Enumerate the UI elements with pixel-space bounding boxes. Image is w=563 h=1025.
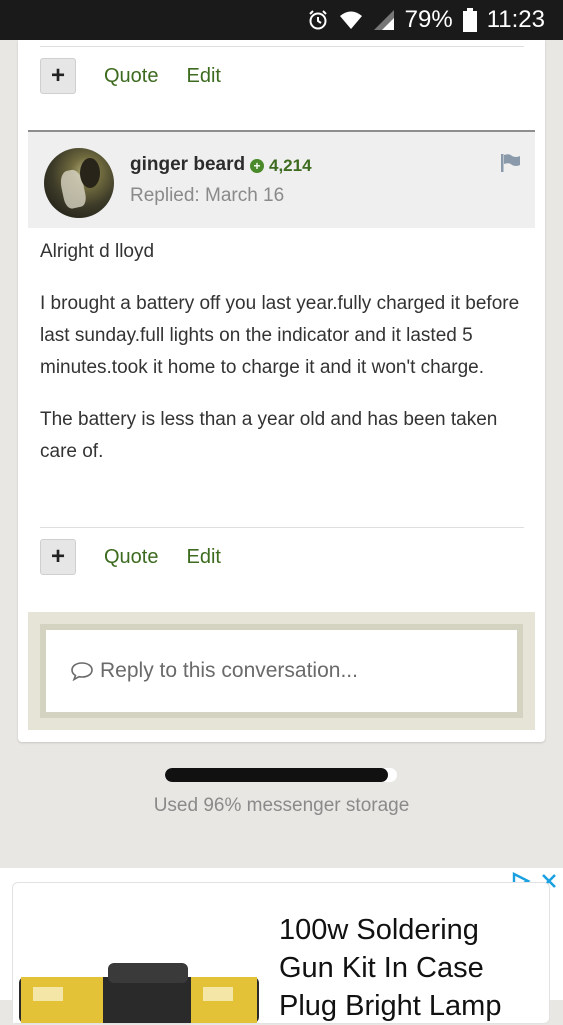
post-paragraph: The battery is less than a year old and …: [40, 409, 498, 462]
quote-link[interactable]: Quote: [104, 546, 158, 569]
avatar[interactable]: [44, 148, 114, 218]
reply-area: Reply to this conversation...: [28, 612, 535, 730]
reply-input[interactable]: Reply to this conversation...: [40, 624, 523, 718]
status-bar: 79% 11:23: [0, 0, 563, 40]
edit-link[interactable]: Edit: [186, 65, 220, 88]
author-name[interactable]: ginger beard: [130, 154, 245, 176]
ad-banner[interactable]: 100w Soldering Gun Kit In Case Plug Brig…: [0, 868, 563, 1024]
post-body: Alright d lloyd I brought a battery off …: [40, 236, 530, 488]
divider: [40, 527, 524, 528]
post-paragraph: I brought a battery off you last year.fu…: [40, 293, 520, 378]
quote-link[interactable]: Quote: [104, 65, 158, 88]
storage-text: Used 96% messenger storage: [153, 795, 410, 816]
wifi-icon: [339, 9, 363, 31]
replied-date: Replied: March 16: [130, 185, 285, 206]
alarm-icon: [307, 9, 329, 31]
post-actions-top: + Quote Edit: [40, 58, 221, 94]
edit-link[interactable]: Edit: [186, 546, 220, 569]
product-image: [13, 963, 268, 1023]
flag-icon[interactable]: [501, 154, 521, 177]
ad-card[interactable]: 100w Soldering Gun Kit In Case Plug Brig…: [12, 882, 550, 1024]
post-actions-bottom: + Quote Edit: [40, 539, 221, 575]
comment-icon: [70, 661, 94, 681]
post-paragraph: Alright d lloyd: [40, 241, 155, 262]
clock: 11:23: [486, 6, 545, 33]
storage-bar: [165, 768, 397, 782]
battery-percent: 79%: [404, 6, 453, 33]
reply-placeholder: Reply to this conversation...: [100, 659, 358, 682]
reputation-count: 4,214: [269, 156, 312, 175]
plus-button[interactable]: +: [40, 539, 76, 575]
post-header: ginger beard + 4,214 Replied: March 16: [28, 130, 535, 228]
divider: [40, 46, 524, 47]
plus-button[interactable]: +: [40, 58, 76, 94]
signal-icon: [373, 9, 395, 31]
plus-circle-icon: +: [250, 159, 264, 173]
conversation-card: + Quote Edit ginger beard + 4,214 Replie…: [18, 40, 545, 742]
battery-icon: [462, 8, 477, 32]
storage-bar-fill: [165, 768, 388, 782]
ad-title[interactable]: 100w Soldering Gun Kit In Case Plug Brig…: [279, 911, 519, 1025]
reputation-badge: + 4,214: [250, 156, 312, 176]
